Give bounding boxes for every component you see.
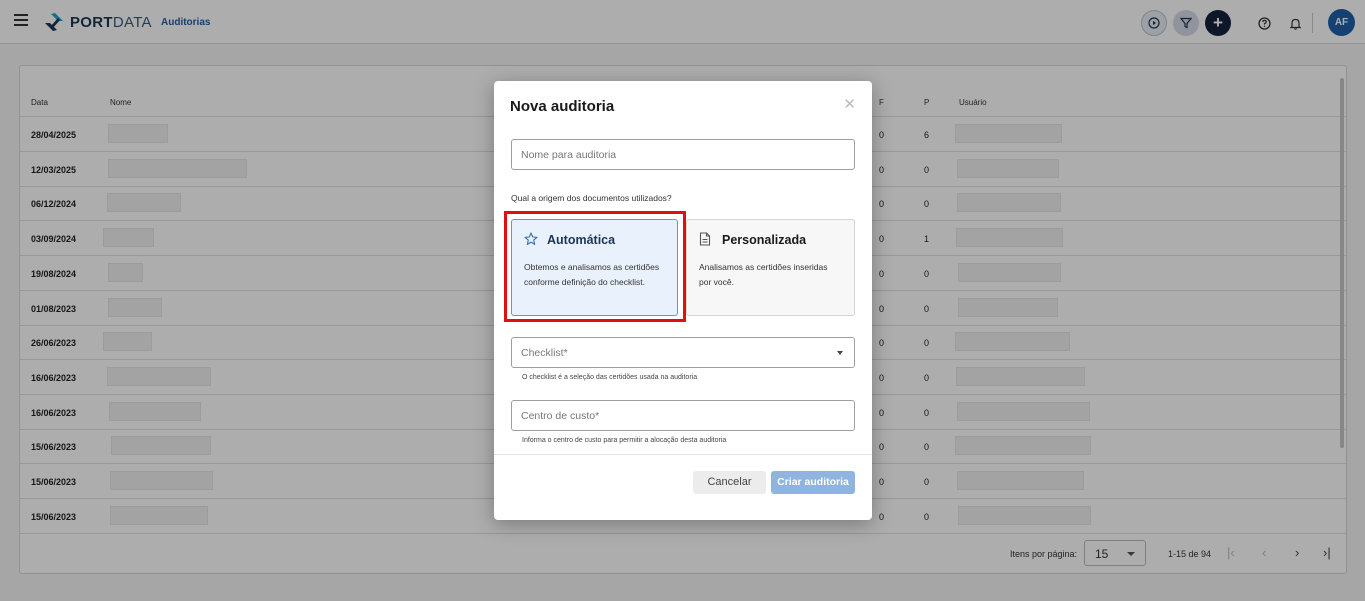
origin-question: Qual a origem dos documentos utilizados? — [511, 193, 672, 203]
document-icon — [699, 232, 715, 248]
audit-name-input[interactable]: Nome para auditoria — [511, 139, 855, 170]
option-custom-description: Analisamos as certidões inseridas por vo… — [699, 262, 828, 287]
cost-center-hint: Informa o centro de custo para permitir … — [522, 437, 727, 444]
dialog-title: Nova auditoria — [510, 98, 615, 115]
cost-center-input[interactable]: Centro de custo* — [511, 400, 855, 431]
checklist-hint: O checklist é a seleção das certidões us… — [522, 374, 698, 381]
chevron-down-icon — [837, 351, 843, 355]
option-custom[interactable]: Personalizada Analisamos as certidões in… — [686, 219, 855, 316]
close-icon[interactable]: ✕ — [843, 95, 856, 113]
checklist-select[interactable]: Checklist* — [511, 337, 855, 368]
dialog-divider — [494, 454, 872, 455]
option-custom-title: Personalizada — [722, 233, 807, 247]
checklist-placeholder: Checklist* — [521, 347, 568, 359]
selection-highlight — [504, 211, 686, 322]
create-audit-button[interactable]: Criar auditoria — [771, 471, 855, 494]
cancel-button[interactable]: Cancelar — [693, 471, 766, 494]
